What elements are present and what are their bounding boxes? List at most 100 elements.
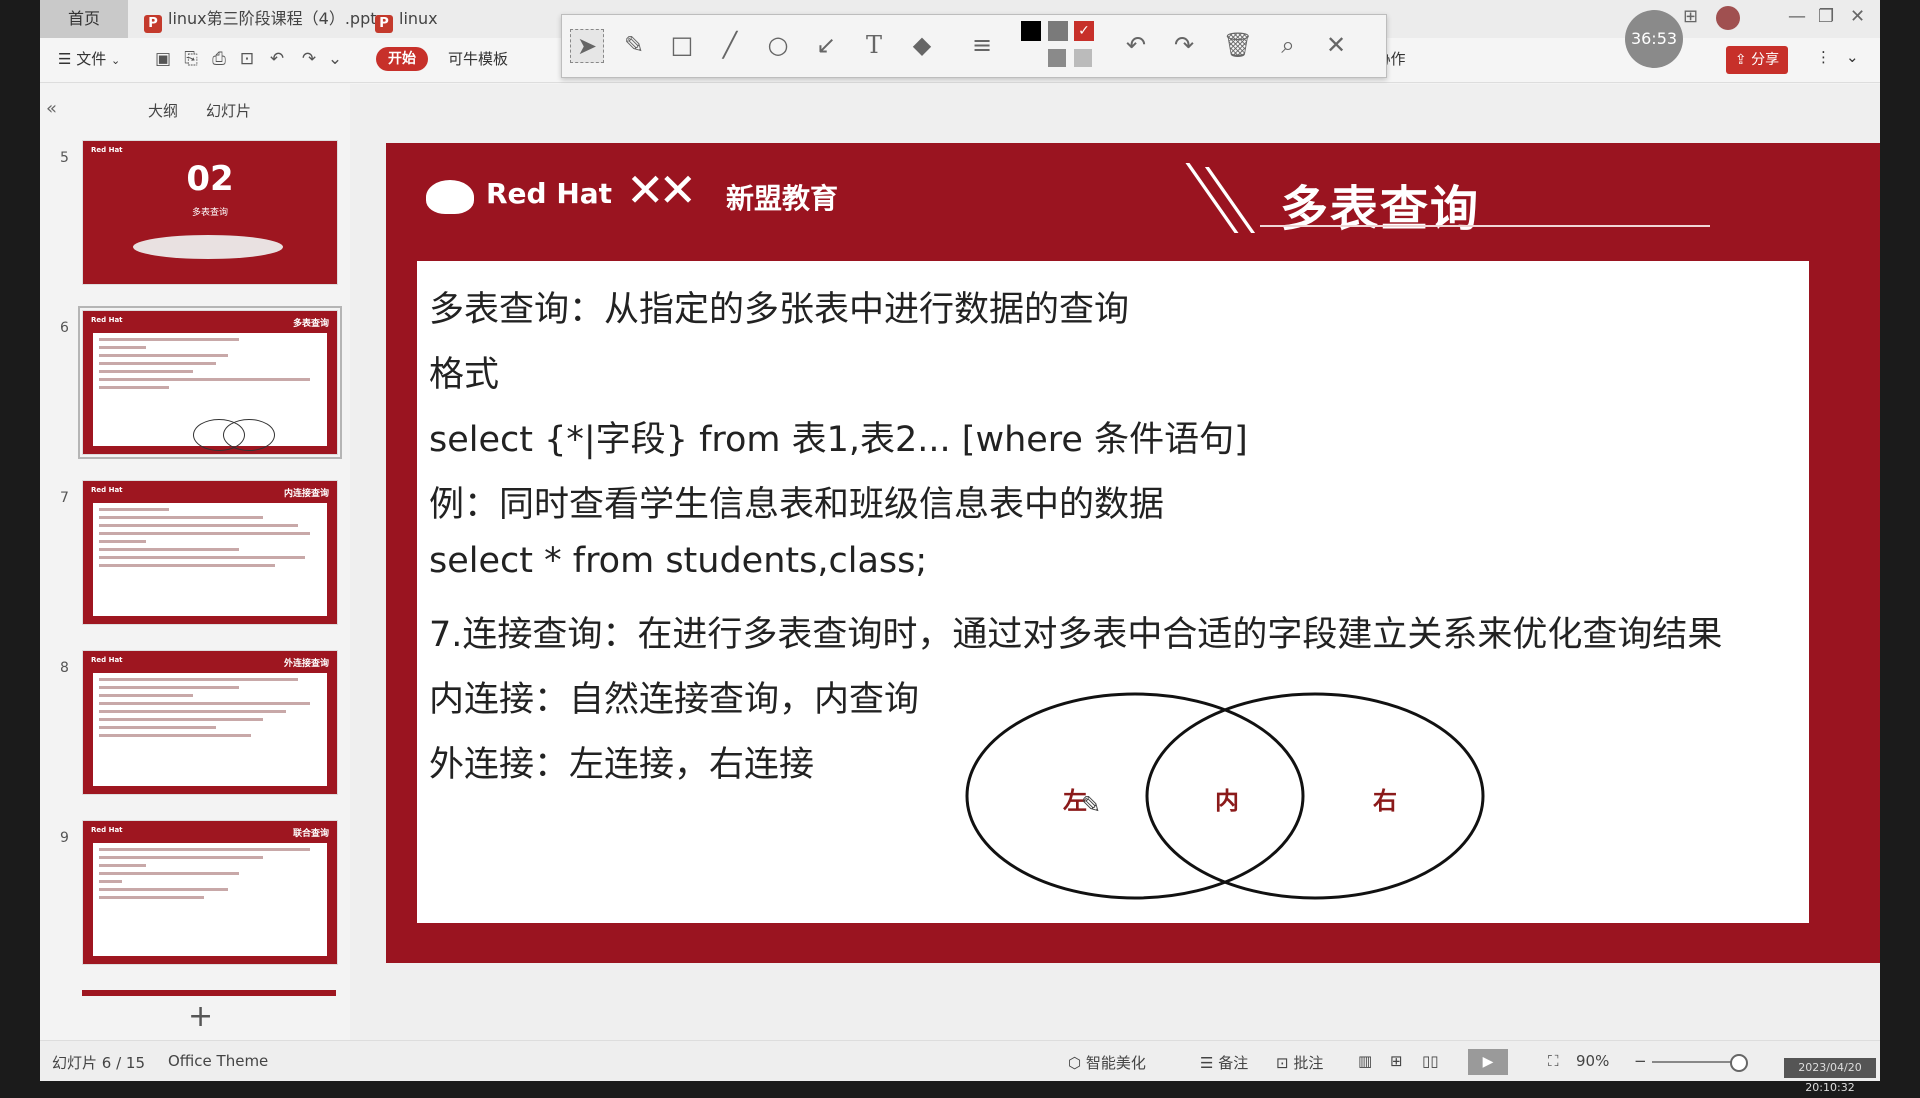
thumbnail-content (93, 843, 327, 956)
zoom-slider[interactable] (1652, 1061, 1742, 1063)
slide-counter: 幻灯片 6 / 15 (52, 1054, 145, 1072)
body-line-4: 例：同时查看学生信息表和班级信息表中的数据 (429, 485, 1165, 525)
restore-icon[interactable]: ❐ (1818, 6, 1834, 27)
body-line-3: select {*|字段} from 表1,表2... [where 条件语句] (429, 420, 1248, 460)
ellipse-icon[interactable]: ○ (762, 29, 794, 61)
slide-thumbnail[interactable]: Red Hat 02 多表查询 (82, 140, 338, 285)
slide-title: 多表查询 (1280, 181, 1481, 237)
zoom-level[interactable]: 90% (1576, 1052, 1609, 1070)
tab-slides[interactable]: 幻灯片 (206, 100, 251, 121)
smart-beautify-button[interactable]: ⬡ 智能美化 (1068, 1052, 1146, 1073)
powerpoint-file-icon: P (375, 15, 393, 33)
preview-icon[interactable]: ⊡ (236, 48, 258, 70)
slide[interactable]: Red Hat ✕✕ 新盟教育 多表查询 多表查询：从指定的多张表中进行数据的查… (386, 143, 1880, 963)
eraser-icon[interactable]: ◆ (906, 29, 938, 61)
thumbnail-logo: Red Hat (91, 656, 123, 664)
zoom-icon[interactable]: ⌕ (1272, 29, 1304, 61)
add-slide-button[interactable]: + (188, 999, 213, 1034)
redo-annotation-icon[interactable]: ↷ (1168, 29, 1200, 61)
thumbnail-number: 6 (60, 320, 69, 336)
tab-outline[interactable]: 大纲 (148, 100, 178, 121)
line-icon[interactable]: ╱ (714, 29, 746, 61)
minimize-icon[interactable]: — (1788, 6, 1806, 27)
menu-start[interactable]: 开始 (376, 47, 428, 71)
redhat-logo-icon (426, 180, 474, 214)
slide-thumbnail-partial[interactable] (82, 990, 336, 996)
zoom-slider-handle[interactable] (1730, 1054, 1748, 1072)
slide-panel: « 大纲 幻灯片 5 Red Hat 02 多表查询 6 Red Hat 多表查… (40, 84, 350, 1040)
menu-template[interactable]: 可牛模板 (448, 48, 508, 69)
body-line-2: 格式 (429, 355, 500, 395)
thumbnail-title: 外连接查询 (283, 659, 329, 669)
color-swatch-black[interactable] (1021, 21, 1041, 41)
print-icon[interactable]: ⎙ (208, 48, 230, 70)
customize-icon[interactable]: ⌄ (324, 48, 346, 70)
thumbnail-logo: Red Hat (91, 826, 123, 834)
export-icon[interactable]: ⎘ (180, 48, 202, 70)
body-line-1: 多表查询：从指定的多张表中进行数据的查询 (429, 290, 1130, 330)
avatar[interactable] (1716, 6, 1740, 30)
brand-xm: 新盟教育 (726, 182, 839, 215)
slide-thumbnail[interactable]: Red Hat 外连接查询 (82, 650, 338, 795)
more-icon[interactable]: ⋮ (1816, 48, 1831, 66)
tab-document-1[interactable]: Plinux第三阶段课程（4）.pptx (144, 0, 386, 38)
check-icon[interactable]: ✓ (1074, 21, 1094, 41)
beautify-icon: ⬡ (1068, 1054, 1082, 1072)
thumbnail-subtitle: 多表查询 (191, 208, 228, 218)
xm-logo-icon: ✕✕ (626, 163, 697, 217)
play-slideshow-button[interactable]: ▶ (1468, 1049, 1508, 1075)
close-icon[interactable]: ✕ (1320, 29, 1352, 61)
tab-document-2[interactable]: Plinux (375, 0, 438, 38)
thumbnail-logo: Red Hat (91, 146, 123, 154)
slide-thumbnail[interactable]: Red Hat 内连接查询 (82, 480, 338, 625)
menu-file[interactable]: ☰ 文件 ⌄ (58, 48, 120, 69)
comments-button[interactable]: ⊡ 批注 (1276, 1052, 1323, 1073)
collapse-panel-icon[interactable]: « (46, 98, 57, 119)
thumbnail-number: 9 (60, 830, 69, 846)
thumbnail-title: 内连接查询 (283, 489, 329, 499)
slide-thumbnail[interactable]: Red Hat 联合查询 (82, 820, 338, 965)
venn-label-inner: 内 (1215, 787, 1239, 815)
brand-redhat: Red Hat (486, 177, 613, 210)
grid-apps-icon[interactable]: ⊞ (1683, 6, 1698, 27)
slide-content: 多表查询：从指定的多张表中进行数据的查询 格式 select {*|字段} fr… (417, 261, 1809, 923)
slide-thumbnail-selected[interactable]: Red Hat 多表查询 (78, 306, 342, 459)
reading-view-icon[interactable]: ▯▯ (1422, 1052, 1439, 1070)
menu-file-label: 文件 (76, 50, 107, 68)
notes-button[interactable]: ☰ 备注 (1200, 1052, 1248, 1073)
fit-window-icon[interactable]: ⛶ (1548, 1052, 1559, 1070)
datetime: 2023/04/20 20:10:32 (1784, 1058, 1876, 1094)
comments-label: 批注 (1293, 1054, 1324, 1072)
color-swatch-dark-gray[interactable] (1048, 49, 1066, 67)
thumbnail-number: 8 (60, 660, 69, 676)
notes-icon: ☰ (1200, 1054, 1214, 1072)
text-icon[interactable]: T (858, 29, 890, 61)
share-button[interactable]: ⇪ 分享 (1726, 46, 1788, 74)
redo-icon[interactable]: ↷ (298, 48, 320, 70)
pen-icon[interactable]: ✎ (618, 29, 650, 61)
line-width-icon[interactable]: ≡ (966, 29, 998, 61)
undo-icon[interactable]: ↶ (266, 48, 288, 70)
zoom-out-icon[interactable]: − (1634, 1052, 1647, 1070)
normal-view-icon[interactable]: ▥ (1358, 1052, 1372, 1070)
thumbnail-title: 02 (186, 159, 234, 199)
collapse-ribbon-icon[interactable]: ⌄ (1846, 48, 1859, 66)
close-window-icon[interactable]: ✕ (1850, 6, 1865, 27)
arrow-icon[interactable]: ↙ (810, 29, 842, 61)
status-bar: 幻灯片 6 / 15 Office Theme ⬡ 智能美化 ☰ 备注 ⊡ 批注… (40, 1040, 1880, 1081)
save-icon[interactable]: ▣ (152, 48, 174, 70)
delete-icon[interactable]: 🗑 (1222, 29, 1254, 61)
undo-annotation-icon[interactable]: ↶ (1120, 29, 1152, 61)
thumbnail-content (93, 333, 327, 451)
share-button-label: 分享 (1751, 52, 1780, 68)
theme-name: Office Theme (168, 1052, 269, 1070)
rectangle-icon[interactable]: □ (666, 29, 698, 61)
body-line-8: 外连接：左连接，右连接 (429, 745, 815, 785)
color-swatch-gray[interactable] (1048, 21, 1068, 41)
body-line-7: 内连接：自然连接查询，内查询 (429, 680, 920, 720)
sorter-view-icon[interactable]: ⊞ (1390, 1052, 1403, 1070)
chevron-down-icon: ⌄ (111, 54, 121, 67)
pointer-icon[interactable]: ➤ (570, 29, 604, 63)
color-swatch-light-gray[interactable] (1074, 49, 1092, 67)
tab-home[interactable]: 首页 (40, 0, 128, 38)
